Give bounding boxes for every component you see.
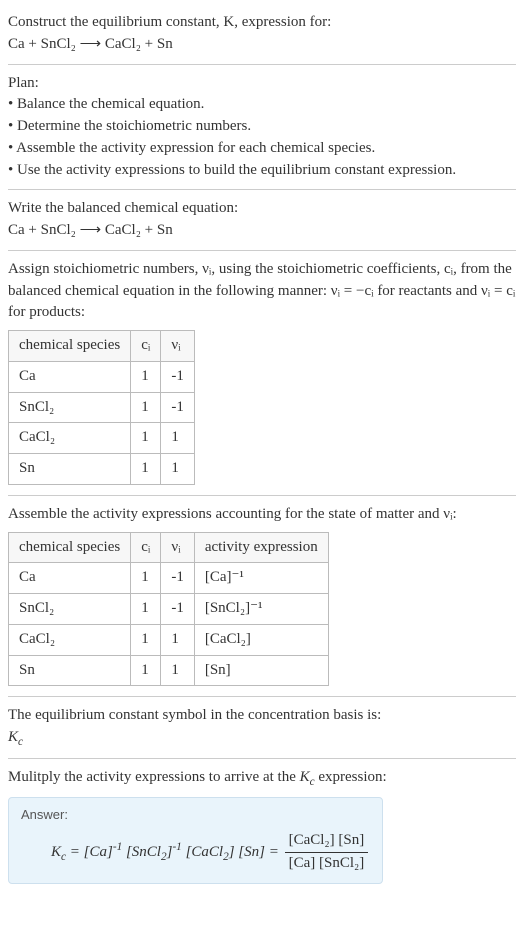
- cell-ci: 1: [131, 423, 161, 454]
- stoich-table: chemical species cᵢ νᵢ Ca 1 -1 SnCl₂ 1 -…: [8, 330, 195, 485]
- table-row: SnCl₂ 1 -1 [SnCl₂]⁻¹: [9, 594, 329, 625]
- table-row: Sn 1 1 [Sn]: [9, 655, 329, 686]
- cell-vi: 1: [161, 454, 195, 485]
- cell-ci: 1: [131, 594, 161, 625]
- plan-item: • Balance the chemical equation.: [8, 94, 516, 116]
- plan-heading: Plan:: [8, 73, 516, 95]
- cell-expr: [SnCl₂]⁻¹: [194, 594, 328, 625]
- cell-species: Ca: [9, 563, 131, 594]
- table-row: SnCl₂ 1 -1: [9, 392, 195, 423]
- kc-lhs: Kc = [Ca]-1 [SnCl2]-1 [CaCl2] [Sn] =: [51, 844, 283, 860]
- intro-equation: Ca + SnCl₂ ⟶ CaCl₂ + Sn: [8, 34, 516, 56]
- final-text-span: Mulitply the activity expressions to arr…: [8, 769, 387, 785]
- table-row: Ca 1 -1 [Ca]⁻¹: [9, 563, 329, 594]
- cell-species: Sn: [9, 655, 131, 686]
- col-vi: νᵢ: [161, 532, 195, 563]
- symbol-text: The equilibrium constant symbol in the c…: [8, 705, 516, 727]
- table-header-row: chemical species cᵢ νᵢ activity expressi…: [9, 532, 329, 563]
- plan-item: • Use the activity expressions to build …: [8, 160, 516, 182]
- col-vi: νᵢ: [161, 331, 195, 362]
- plan-item: • Determine the stoichiometric numbers.: [8, 116, 516, 138]
- answer-label: Answer:: [21, 806, 370, 825]
- table-row: Ca 1 -1: [9, 361, 195, 392]
- cell-vi: -1: [161, 392, 195, 423]
- cell-species: CaCl₂: [9, 624, 131, 655]
- col-ci: cᵢ: [131, 331, 161, 362]
- cell-ci: 1: [131, 392, 161, 423]
- kc-denominator: [Ca] [SnCl₂]: [285, 853, 369, 875]
- cell-ci: 1: [131, 563, 161, 594]
- symbol-section: The equilibrium constant symbol in the c…: [8, 697, 516, 759]
- cell-ci: 1: [131, 624, 161, 655]
- stoich-section: Assign stoichiometric numbers, νᵢ, using…: [8, 251, 516, 496]
- cell-species: Sn: [9, 454, 131, 485]
- cell-vi: 1: [161, 655, 195, 686]
- cell-vi: -1: [161, 361, 195, 392]
- table-row: CaCl₂ 1 1 [CaCl₂]: [9, 624, 329, 655]
- table-row: Sn 1 1: [9, 454, 195, 485]
- final-section: Mulitply the activity expressions to arr…: [8, 759, 516, 892]
- balanced-equation: Ca + SnCl₂ ⟶ CaCl₂ + Sn: [8, 220, 516, 242]
- cell-species: SnCl₂: [9, 392, 131, 423]
- cell-expr: [Sn]: [194, 655, 328, 686]
- col-ci: cᵢ: [131, 532, 161, 563]
- answer-box: Answer: Kc = [Ca]-1 [SnCl2]-1 [CaCl2] [S…: [8, 797, 383, 884]
- intro-line: Construct the equilibrium constant, K, e…: [8, 12, 516, 34]
- answer-equation: Kc = [Ca]-1 [SnCl2]-1 [CaCl2] [Sn] = [Ca…: [21, 830, 370, 875]
- final-text: Mulitply the activity expressions to arr…: [8, 767, 516, 790]
- plan-section: Plan: • Balance the chemical equation. •…: [8, 65, 516, 191]
- kc-fraction: [CaCl₂] [Sn] [Ca] [SnCl₂]: [285, 830, 369, 875]
- cell-species: Ca: [9, 361, 131, 392]
- table-header-row: chemical species cᵢ νᵢ: [9, 331, 195, 362]
- table-row: CaCl₂ 1 1: [9, 423, 195, 454]
- cell-expr: [Ca]⁻¹: [194, 563, 328, 594]
- activity-table: chemical species cᵢ νᵢ activity expressi…: [8, 532, 329, 687]
- cell-vi: -1: [161, 594, 195, 625]
- col-species: chemical species: [9, 331, 131, 362]
- kc-numerator: [CaCl₂] [Sn]: [285, 830, 369, 853]
- intro-text: Construct the equilibrium constant, K, e…: [8, 14, 331, 30]
- activity-section: Assemble the activity expressions accoun…: [8, 496, 516, 698]
- cell-ci: 1: [131, 361, 161, 392]
- cell-species: CaCl₂: [9, 423, 131, 454]
- activity-text: Assemble the activity expressions accoun…: [8, 504, 516, 526]
- cell-vi: 1: [161, 423, 195, 454]
- cell-ci: 1: [131, 655, 161, 686]
- col-expr: activity expression: [194, 532, 328, 563]
- balanced-section: Write the balanced chemical equation: Ca…: [8, 190, 516, 251]
- cell-vi: -1: [161, 563, 195, 594]
- cell-ci: 1: [131, 454, 161, 485]
- intro-section: Construct the equilibrium constant, K, e…: [8, 4, 516, 65]
- plan-item: • Assemble the activity expression for e…: [8, 138, 516, 160]
- balanced-heading: Write the balanced chemical equation:: [8, 198, 516, 220]
- cell-vi: 1: [161, 624, 195, 655]
- cell-species: SnCl₂: [9, 594, 131, 625]
- symbol-value: Kc: [8, 727, 516, 750]
- stoich-text: Assign stoichiometric numbers, νᵢ, using…: [8, 259, 516, 324]
- col-species: chemical species: [9, 532, 131, 563]
- cell-expr: [CaCl₂]: [194, 624, 328, 655]
